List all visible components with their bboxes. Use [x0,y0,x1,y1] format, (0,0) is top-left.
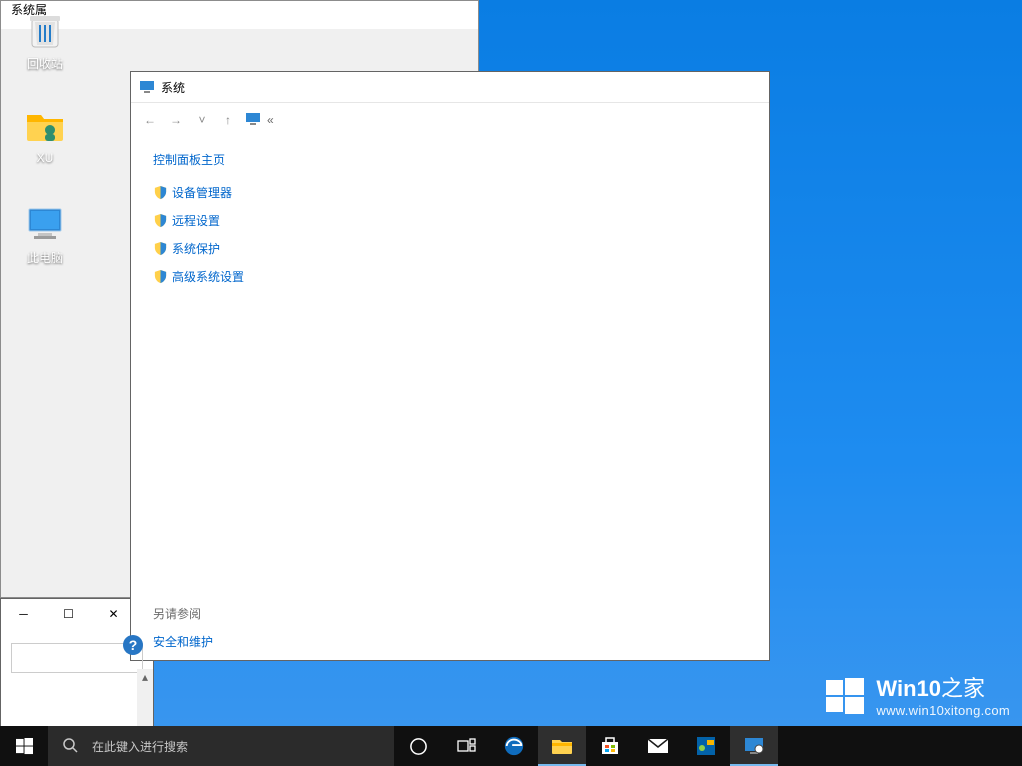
advanced-system-settings-link[interactable]: 高级系统设置 [153,268,313,285]
monitor-icon [139,79,155,95]
forward-button[interactable]: → [163,107,189,133]
maximize-button[interactable]: ☐ [46,599,91,629]
search-icon [62,737,78,756]
security-maintenance-link[interactable]: 安全和维护 [153,633,313,650]
address-icon [245,111,263,130]
system-protection-link[interactable]: 系统保护 [153,240,313,257]
system-window: 系统 ← → ˅ ↑ « 控制面板主页 设备管理器 远程设置 系统保护 高级系统… [130,71,770,661]
folder-icon [24,104,66,146]
back-button[interactable]: ← [137,107,163,133]
watermark-url: www.win10xitong.com [876,704,1010,717]
recycle-bin-icon [24,8,66,50]
up-button[interactable]: ↑ [215,107,241,133]
watermark-title: Win10之家 [876,678,1010,700]
minimize-button[interactable]: ─ [1,599,46,629]
history-button[interactable]: ˅ [189,107,215,133]
help-icon[interactable]: ? [123,635,143,655]
shield-icon [153,241,168,256]
desktop-icon-label: XU [37,151,54,165]
taskbar: 在此键入进行搜索 [0,726,1022,766]
start-button[interactable] [0,726,48,766]
windows-logo-icon [824,676,866,718]
device-manager-link[interactable]: 设备管理器 [153,184,313,201]
taskbar-search[interactable]: 在此键入进行搜索 [48,726,394,766]
search-placeholder: 在此键入进行搜索 [92,738,188,755]
explorer-icon[interactable] [538,726,586,766]
desktop-icon-folder-xu[interactable]: XU [8,104,82,165]
remote-settings-link[interactable]: 远程设置 [153,212,313,229]
this-pc-icon [24,202,66,244]
desktop-icon-recycle-bin[interactable]: 回收站 [8,8,82,72]
cortana-button[interactable] [394,726,442,766]
taskbar-items [394,726,778,766]
titlebar[interactable]: 系统 [131,72,769,102]
store-icon[interactable] [586,726,634,766]
app-icon[interactable] [682,726,730,766]
mail-icon[interactable] [634,726,682,766]
sidebar: 控制面板主页 设备管理器 远程设置 系统保护 高级系统设置 另请参阅 安全和维护 [131,137,313,661]
desktop-icon-this-pc[interactable]: 此电脑 [8,202,82,266]
desktop-icon-label: 此电脑 [27,249,63,266]
shield-icon [153,185,168,200]
control-panel-icon[interactable] [730,726,778,766]
shield-icon [153,213,168,228]
desktop-icon-label: 回收站 [27,55,63,72]
edge-icon[interactable] [490,726,538,766]
task-view-button[interactable] [442,726,490,766]
watermark: Win10之家 www.win10xitong.com [824,676,1010,718]
address-overflow: « [267,113,274,127]
see-also-label: 另请参阅 [153,585,313,622]
control-panel-home-link[interactable]: 控制面板主页 [153,151,313,168]
window-title: 系统 [161,79,769,96]
nav-bar: ← → ˅ ↑ « [131,102,769,137]
shield-icon [153,269,168,284]
